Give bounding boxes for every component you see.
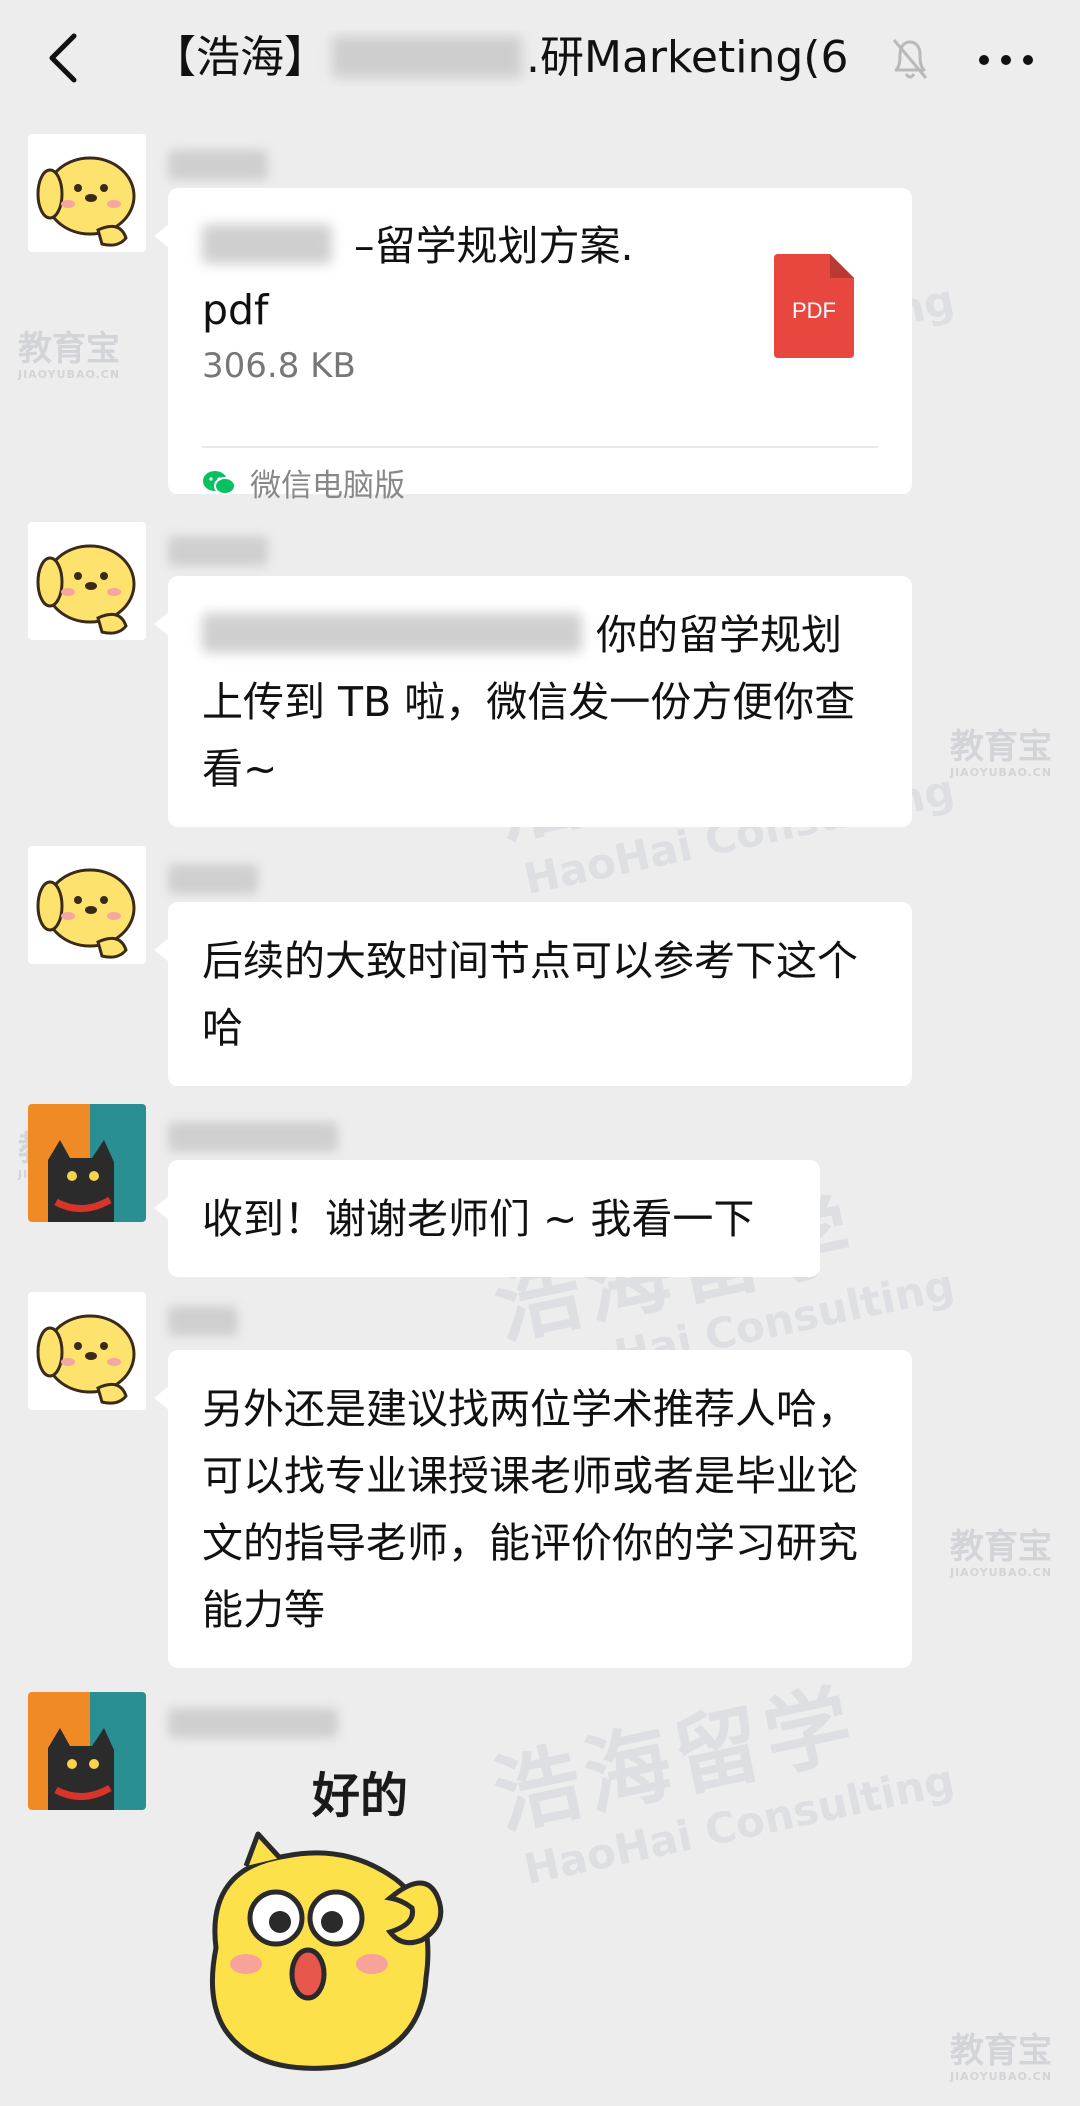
text-message-bubble[interactable]: 收到！谢谢老师们 ~ 我看一下 [154, 1160, 820, 1277]
back-button[interactable] [38, 26, 90, 90]
mute-bell-icon [888, 34, 932, 84]
text-message-bubble[interactable]: 另外还是建议找两位学术推荐人哈，可以找专业课授课老师或者是毕业论文的指导老师，能… [154, 1350, 912, 1668]
file-message-bubble[interactable]: –留学规划方案. pdf 306.8 KB PDF 微信电脑版 [154, 188, 912, 504]
svg-text:PDF: PDF [792, 298, 836, 323]
text-message-bubble[interactable]: 后续的大致时间节点可以参考下这个哈 [154, 902, 912, 1086]
more-options-button[interactable] [974, 38, 1038, 78]
mention-redacted [202, 613, 582, 653]
avatar-dog[interactable] [28, 522, 146, 640]
text-message-bubble[interactable]: 你的留学规划上传到 TB 啦，微信发一份方便你查看~ [154, 576, 912, 827]
file-source: 微信电脑版 [202, 460, 405, 505]
sender-name-redacted [168, 150, 268, 180]
sender-name-redacted [168, 864, 258, 894]
sender-name-redacted [168, 1708, 338, 1738]
message-text: 你的留学规划上传到 TB 啦，微信发一份方便你查看~ [202, 611, 856, 793]
file-name: –留学规划方案. pdf [202, 222, 634, 334]
message-item: 另外还是建议找两位学术推荐人哈，可以找专业课授课老师或者是毕业论文的指导老师，能… [0, 1292, 1080, 1672]
sender-name-redacted [168, 1122, 338, 1152]
more-dots-icon [979, 55, 1033, 65]
sticker-caption: 好的 [311, 1768, 408, 1824]
message-text: 另外还是建议找两位学术推荐人哈，可以找专业课授课老师或者是毕业论文的指导老师，能… [202, 1385, 858, 1634]
chat-title-prefix: 【浩海】 [152, 32, 328, 83]
chevron-left-icon [49, 33, 77, 83]
file-name-redacted [202, 224, 332, 264]
message-text: 后续的大致时间节点可以参考下这个哈 [202, 937, 858, 1052]
sender-name-redacted [168, 536, 268, 566]
divider [202, 446, 878, 448]
pdf-file-icon: PDF [774, 254, 854, 358]
message-item: 收到！谢谢老师们 ~ 我看一下 [0, 1104, 1080, 1277]
wechat-icon [203, 470, 236, 495]
chat-title-redacted [332, 36, 522, 78]
chat-title-suffix: .研Marketing(6 ) [526, 32, 872, 83]
chat-header: 【浩海】 .研Marketing(6 ) [0, 0, 1080, 122]
sender-name-redacted [168, 1306, 238, 1336]
avatar-cat[interactable] [28, 1104, 146, 1222]
avatar-dog[interactable] [28, 134, 146, 252]
message-item: 你的留学规划上传到 TB 啦，微信发一份方便你查看~ [0, 522, 1080, 827]
message-item: –留学规划方案. pdf 306.8 KB PDF 微信电脑版 [0, 134, 1080, 504]
message-item: 后续的大致时间节点可以参考下这个哈 [0, 846, 1080, 1086]
message-text: 收到！谢谢老师们 ~ 我看一下 [202, 1195, 755, 1243]
chat-title: 【浩海】 .研Marketing(6 ) [152, 30, 872, 86]
sticker-ok-cat[interactable]: 好的 [176, 1748, 506, 2088]
message-item [0, 1692, 1080, 2092]
avatar-dog[interactable] [28, 846, 146, 964]
avatar-dog[interactable] [28, 1292, 146, 1410]
avatar-cat[interactable] [28, 1692, 146, 1810]
